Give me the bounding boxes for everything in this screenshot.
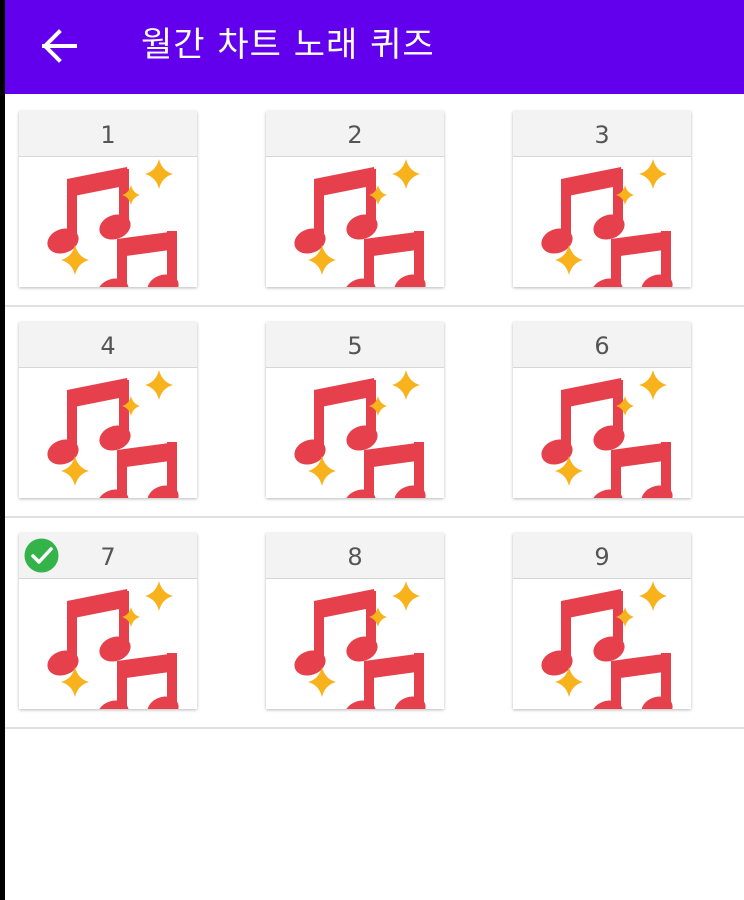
back-button[interactable] [39,26,83,66]
musical-notes-icon [43,159,181,287]
musical-notes-icon [290,581,428,709]
quiz-number: 5 [266,322,444,368]
quiz-card[interactable]: 4 [19,322,197,498]
quiz-card[interactable]: 2 [266,111,444,287]
musical-notes-icon [537,370,675,498]
quiz-row: 4 5 6 [5,307,744,518]
quiz-card[interactable]: 3 [513,111,691,287]
musical-notes-icon [43,370,181,498]
quiz-card[interactable]: 1 [19,111,197,287]
quiz-number: 8 [266,533,444,579]
check-circle-icon [24,538,59,573]
app-bar: 월간 차트 노래 퀴즈 [5,0,744,94]
quiz-number: 4 [19,322,197,368]
musical-notes-icon [290,370,428,498]
quiz-number: 2 [266,111,444,157]
quiz-card[interactable]: 6 [513,322,691,498]
musical-notes-icon [290,159,428,287]
quiz-card[interactable]: 7 [19,533,197,709]
quiz-number: 6 [513,322,691,368]
musical-notes-icon [43,581,181,709]
quiz-card[interactable]: 9 [513,533,691,709]
musical-notes-icon [537,581,675,709]
quiz-row: 1 2 3 [5,96,744,307]
quiz-number: 3 [513,111,691,157]
quiz-number: 1 [19,111,197,157]
quiz-row: 7 8 9 [5,518,744,729]
arrow-back-icon [42,29,77,63]
musical-notes-icon [537,159,675,287]
quiz-number: 9 [513,533,691,579]
page-title: 월간 차트 노래 퀴즈 [141,25,435,65]
quiz-card[interactable]: 8 [266,533,444,709]
quiz-card[interactable]: 5 [266,322,444,498]
